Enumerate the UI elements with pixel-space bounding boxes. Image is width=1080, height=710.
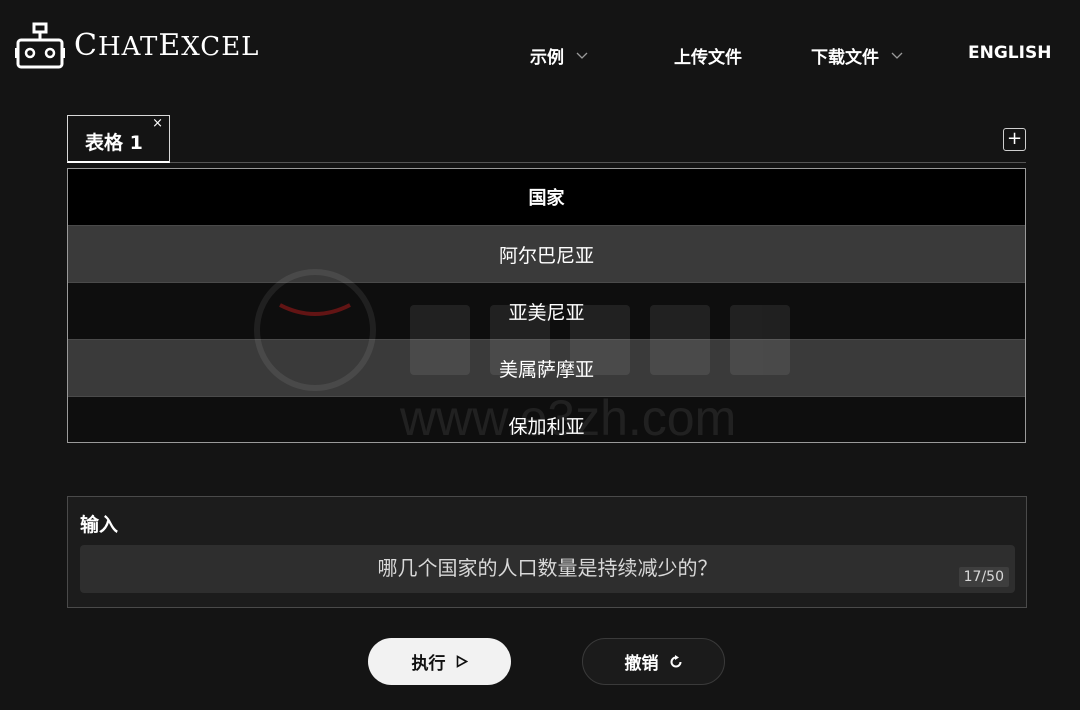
robot-icon xyxy=(15,22,65,69)
nav-examples[interactable]: 示例 xyxy=(530,43,588,68)
nav-language[interactable]: ENGLISH xyxy=(968,43,1051,63)
nav-examples-label: 示例 xyxy=(530,48,564,68)
table-row[interactable]: 亚美尼亚 xyxy=(68,283,1025,340)
input-label: 输入 xyxy=(80,514,119,536)
chevron-down-icon xyxy=(891,52,903,59)
query-input[interactable]: 哪几个国家的人口数量是持续减少的？ 17/50 xyxy=(80,545,1015,593)
undo-icon xyxy=(670,654,681,667)
column-header-country[interactable]: 国家 xyxy=(68,169,1025,226)
chevron-down-icon xyxy=(576,52,588,59)
tab-label: 表格 1 xyxy=(85,132,143,154)
run-button[interactable]: 执行 xyxy=(368,638,511,685)
logo-text: CHATEXCEL xyxy=(74,28,260,63)
nav-upload-label: 上传文件 xyxy=(674,48,742,68)
table-row[interactable]: 美属萨摩亚 xyxy=(68,340,1025,397)
undo-button[interactable]: 撤销 xyxy=(582,638,725,685)
char-counter: 17/50 xyxy=(958,567,1009,587)
nav-language-label: ENGLISH xyxy=(968,43,1052,63)
data-table: 国家 阿尔巴尼亚 亚美尼亚 美属萨摩亚 保加利亚 xyxy=(67,168,1026,443)
input-panel: 输入 哪几个国家的人口数量是持续减少的？ 17/50 xyxy=(67,496,1027,608)
close-icon[interactable]: × xyxy=(152,117,163,130)
logo[interactable]: CHATEXCEL xyxy=(15,22,259,70)
nav-download[interactable]: 下载文件 xyxy=(811,43,903,68)
run-button-label: 执行 xyxy=(411,654,446,674)
undo-button-label: 撤销 xyxy=(624,654,659,674)
table-row[interactable]: 保加利亚 xyxy=(68,397,1025,442)
nav-upload[interactable]: 上传文件 xyxy=(674,43,742,68)
play-icon xyxy=(456,655,468,668)
tab-divider xyxy=(170,162,1026,163)
nav-download-label: 下载文件 xyxy=(811,48,879,68)
header: CHATEXCEL 示例 上传文件 下载文件 ENGLISH xyxy=(0,0,1080,105)
query-input-value[interactable]: 哪几个国家的人口数量是持续减少的？ xyxy=(80,545,1015,593)
tab-table-1[interactable]: 表格 1 × xyxy=(67,115,170,163)
add-tab-button[interactable]: + xyxy=(1003,128,1026,151)
table-row[interactable]: 阿尔巴尼亚 xyxy=(68,226,1025,283)
